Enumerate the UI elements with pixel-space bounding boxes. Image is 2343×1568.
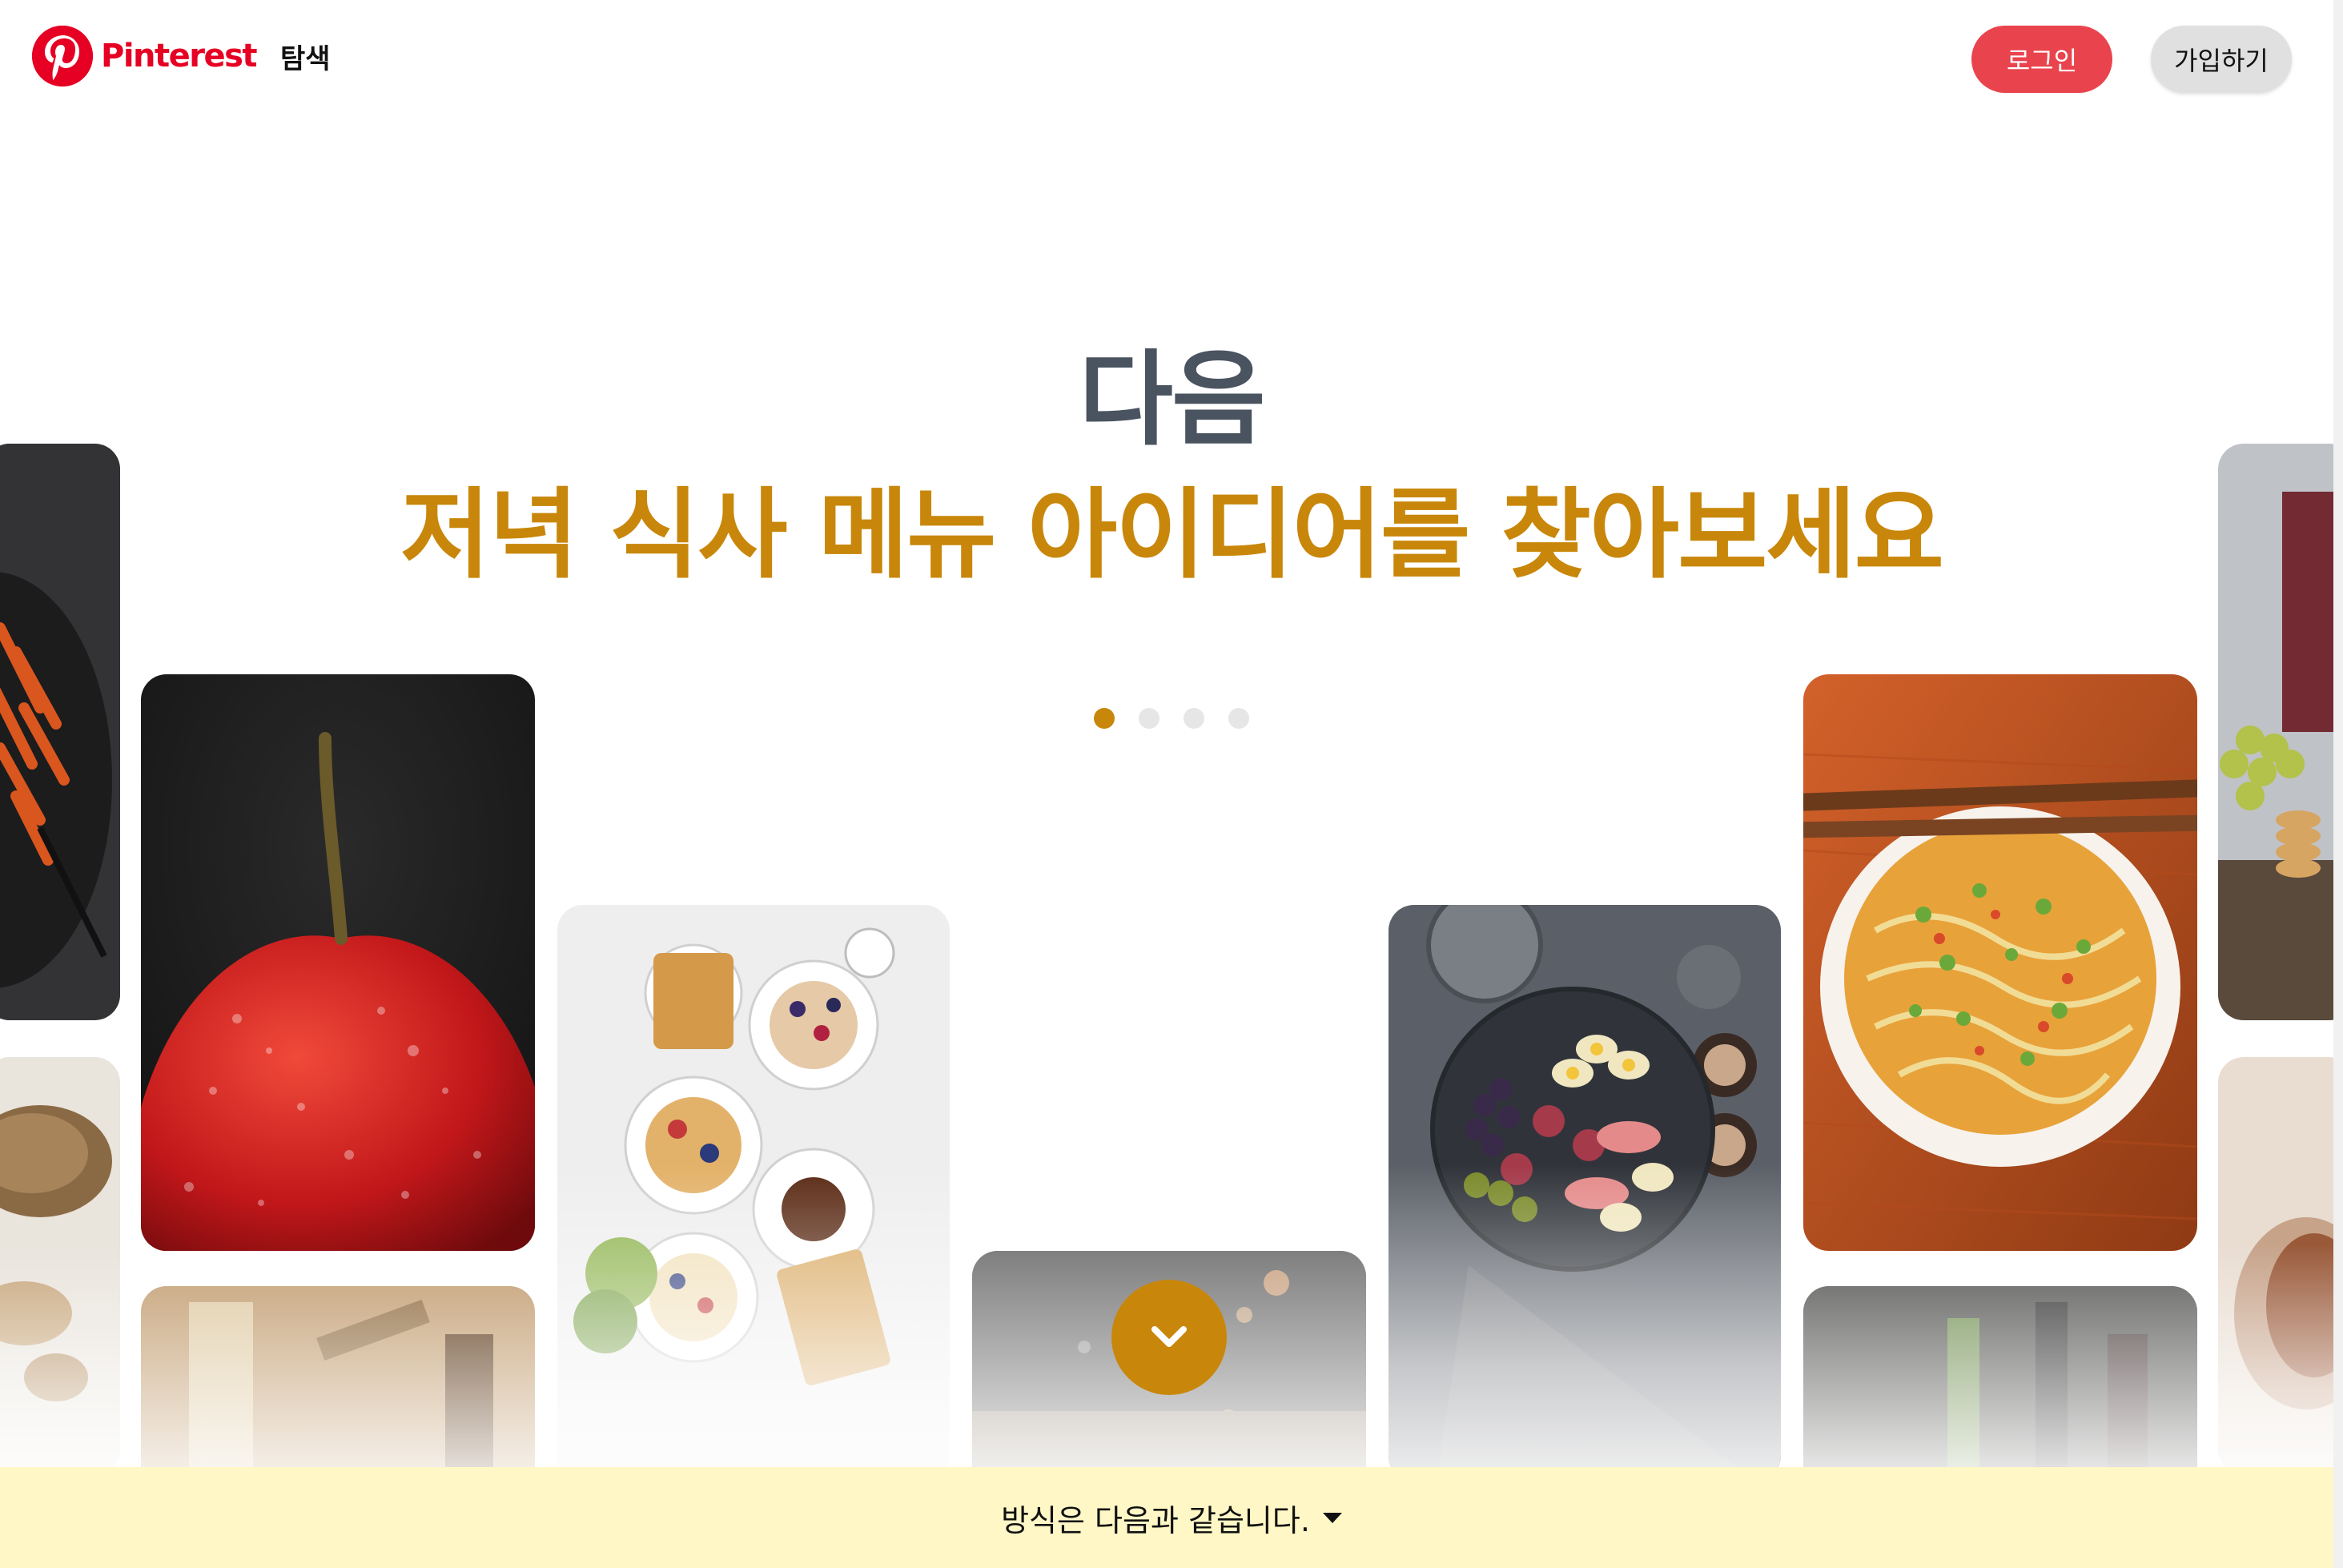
pin-image-breakfast-spread[interactable] (557, 905, 950, 1482)
nav-explore-link[interactable]: 탐색 (280, 37, 331, 76)
pin-image-charcuterie-plate[interactable] (1389, 905, 1781, 1482)
how-it-works-bar[interactable]: 방식은 다음과 같습니다. (0, 1467, 2343, 1568)
carousel-dot-4[interactable] (1228, 708, 1249, 729)
pin-image-roast-dish[interactable] (2218, 1057, 2343, 1474)
signup-button[interactable]: 가입하기 (2151, 26, 2292, 93)
pinterest-logo[interactable]: Pinterest (32, 26, 258, 86)
page-scrollbar[interactable] (2333, 0, 2343, 1568)
carousel-dot-2[interactable] (1139, 708, 1159, 729)
login-button[interactable]: 로그인 (1971, 26, 2112, 93)
pin-image-red-apple[interactable] (141, 674, 535, 1251)
how-it-works-label: 방식은 다음과 같습니다. (1001, 1502, 1310, 1538)
pinterest-wordmark: Pinterest (101, 38, 258, 74)
caret-down-icon (1322, 1512, 1342, 1523)
carousel-dot-1[interactable] (1094, 708, 1115, 729)
pinterest-landing-page: Pinterest 탐색 로그인 가입하기 다음 저녁 식사 메뉴 아이디어를 … (0, 0, 2343, 1568)
scroll-down-button[interactable] (1111, 1280, 1227, 1395)
hero-section: 다음 저녁 식사 메뉴 아이디어를 찾아보세요 (0, 336, 2343, 601)
pin-image-noodle-bowl[interactable] (1803, 674, 2197, 1251)
pin-image-walnuts[interactable] (0, 1057, 120, 1474)
pin-image-wine-bottles[interactable] (1803, 1286, 2197, 1494)
carousel-dot-3[interactable] (1184, 708, 1204, 729)
pinterest-logo-icon (32, 26, 93, 86)
carousel-dots (0, 708, 2343, 729)
hero-title-prefix: 다음 (1079, 340, 1266, 460)
top-header: Pinterest 탐색 로그인 가입하기 (0, 0, 2343, 119)
pin-image-drinks[interactable] (141, 1286, 535, 1494)
chevron-down-icon (1151, 1326, 1187, 1347)
hero-title-highlight: 저녁 식사 메뉴 아이디어를 찾아보세요 (400, 478, 1944, 592)
